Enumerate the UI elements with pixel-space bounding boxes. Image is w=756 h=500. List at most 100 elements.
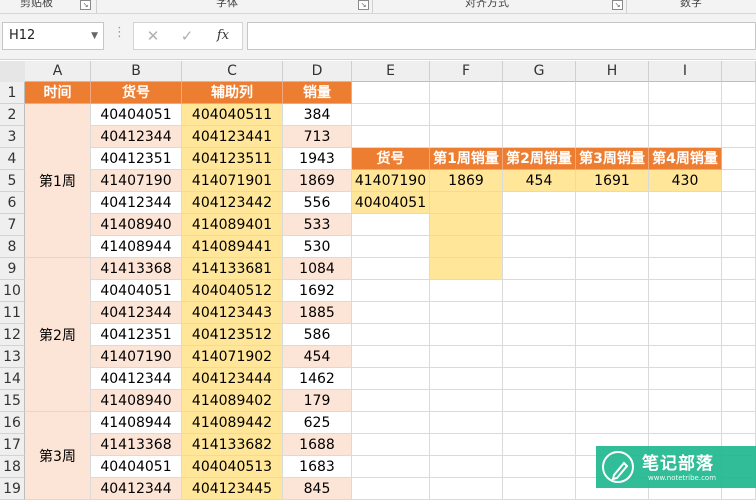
grid-cell[interactable]: [576, 346, 649, 368]
week-cell[interactable]: 第3周: [25, 412, 91, 500]
header-cell-b[interactable]: 货号: [91, 82, 182, 104]
sales-cell[interactable]: 586: [283, 324, 352, 346]
grid-cell[interactable]: [430, 324, 503, 346]
row-header-19[interactable]: 19: [0, 478, 25, 500]
week-cell[interactable]: 第1周: [25, 104, 91, 258]
grid-cell[interactable]: [576, 368, 649, 390]
grid-cell[interactable]: [576, 258, 649, 280]
sales-cell[interactable]: 625: [283, 412, 352, 434]
grid-cell[interactable]: [430, 434, 503, 456]
lookup-fill-cell[interactable]: [430, 192, 503, 214]
helper-cell[interactable]: 414133681: [182, 258, 283, 280]
grid-cell[interactable]: [352, 214, 430, 236]
grid-cell[interactable]: [649, 126, 722, 148]
helper-cell[interactable]: 414071902: [182, 346, 283, 368]
grid-cell[interactable]: [503, 192, 576, 214]
helper-cell[interactable]: 404123443: [182, 302, 283, 324]
grid-cell[interactable]: [649, 302, 722, 324]
grid-cell[interactable]: [503, 390, 576, 412]
column-header-f[interactable]: F: [430, 61, 503, 82]
grid-cell[interactable]: [576, 412, 649, 434]
grid-cell[interactable]: [352, 324, 430, 346]
column-header-h[interactable]: H: [576, 61, 649, 82]
item-code-cell[interactable]: 41413368: [91, 434, 182, 456]
grid-cell[interactable]: [352, 82, 430, 104]
sales-cell[interactable]: 1869: [283, 170, 352, 192]
sales-cell[interactable]: 454: [283, 346, 352, 368]
sales-cell[interactable]: 1462: [283, 368, 352, 390]
grid-cell[interactable]: [649, 236, 722, 258]
grid-cell[interactable]: [503, 104, 576, 126]
item-code-cell[interactable]: 41408944: [91, 412, 182, 434]
helper-cell[interactable]: 414089402: [182, 390, 283, 412]
grid-cell[interactable]: [352, 390, 430, 412]
lookup-header-cell[interactable]: 第4周销量: [649, 148, 722, 170]
item-code-cell[interactable]: 40404051: [91, 280, 182, 302]
grid-cell[interactable]: [503, 346, 576, 368]
lookup-value-cell[interactable]: 454: [503, 170, 576, 192]
grid-cell[interactable]: [649, 82, 722, 104]
item-code-cell[interactable]: 40412344: [91, 302, 182, 324]
grid-cell[interactable]: [503, 368, 576, 390]
helper-cell[interactable]: 404123511: [182, 148, 283, 170]
grid-cell[interactable]: [352, 126, 430, 148]
item-code-cell[interactable]: 41408944: [91, 236, 182, 258]
lookup-value-cell[interactable]: 41407190: [352, 170, 430, 192]
grid-cell[interactable]: [430, 456, 503, 478]
grid-cell[interactable]: [722, 258, 756, 280]
column-header-d[interactable]: D: [283, 61, 352, 82]
grid-cell[interactable]: [430, 126, 503, 148]
helper-cell[interactable]: 404123442: [182, 192, 283, 214]
grid-cell[interactable]: [722, 214, 756, 236]
grid-cell[interactable]: [576, 324, 649, 346]
grid-cell[interactable]: [352, 346, 430, 368]
grid-cell[interactable]: [503, 412, 576, 434]
select-all-corner[interactable]: [0, 61, 25, 82]
grid-cell[interactable]: [576, 82, 649, 104]
grid-cell[interactable]: [649, 390, 722, 412]
grid-cell[interactable]: [430, 390, 503, 412]
grid-cell[interactable]: [722, 390, 756, 412]
insert-function-icon[interactable]: fx: [206, 23, 240, 49]
grid-cell[interactable]: [649, 104, 722, 126]
helper-cell[interactable]: 404040512: [182, 280, 283, 302]
item-code-cell[interactable]: 41407190: [91, 346, 182, 368]
header-cell-a[interactable]: 时间: [25, 82, 91, 104]
grid-cell[interactable]: [352, 302, 430, 324]
helper-cell[interactable]: 404040513: [182, 456, 283, 478]
font-launcher-icon[interactable]: ↘: [358, 0, 369, 10]
header-cell-d[interactable]: 销量: [283, 82, 352, 104]
lookup-item-cell[interactable]: 40404051: [352, 192, 430, 214]
helper-cell[interactable]: 414089442: [182, 412, 283, 434]
grid-cell[interactable]: [722, 368, 756, 390]
clipboard-launcher-icon[interactable]: ↘: [80, 0, 91, 10]
grid-cell[interactable]: [722, 104, 756, 126]
lookup-value-cell[interactable]: 1869: [430, 170, 503, 192]
grid-cell[interactable]: [722, 346, 756, 368]
grid-cell[interactable]: [503, 302, 576, 324]
grid-cell[interactable]: [352, 456, 430, 478]
item-code-cell[interactable]: 41407190: [91, 170, 182, 192]
name-box[interactable]: H12 ▼: [2, 22, 104, 50]
grid-cell[interactable]: [649, 412, 722, 434]
column-header-b[interactable]: B: [91, 61, 182, 82]
helper-cell[interactable]: 414071901: [182, 170, 283, 192]
enter-check-icon[interactable]: ✓: [170, 23, 204, 49]
grid-cell[interactable]: [352, 412, 430, 434]
row-header-4[interactable]: 4: [0, 148, 25, 170]
grid-cell[interactable]: [352, 104, 430, 126]
column-header-g[interactable]: G: [503, 61, 576, 82]
helper-cell[interactable]: 414089401: [182, 214, 283, 236]
grid-cell[interactable]: [722, 236, 756, 258]
grid-cell[interactable]: [722, 412, 756, 434]
item-code-cell[interactable]: 40412351: [91, 148, 182, 170]
grid-cell[interactable]: [430, 280, 503, 302]
chevron-down-icon[interactable]: ▼: [91, 23, 98, 49]
row-header-6[interactable]: 6: [0, 192, 25, 214]
item-code-cell[interactable]: 40412351: [91, 324, 182, 346]
lookup-fill-cell[interactable]: [430, 258, 503, 280]
grid-cell[interactable]: [722, 324, 756, 346]
grid-cell[interactable]: [503, 126, 576, 148]
grid-cell[interactable]: [722, 302, 756, 324]
helper-cell[interactable]: 414133682: [182, 434, 283, 456]
